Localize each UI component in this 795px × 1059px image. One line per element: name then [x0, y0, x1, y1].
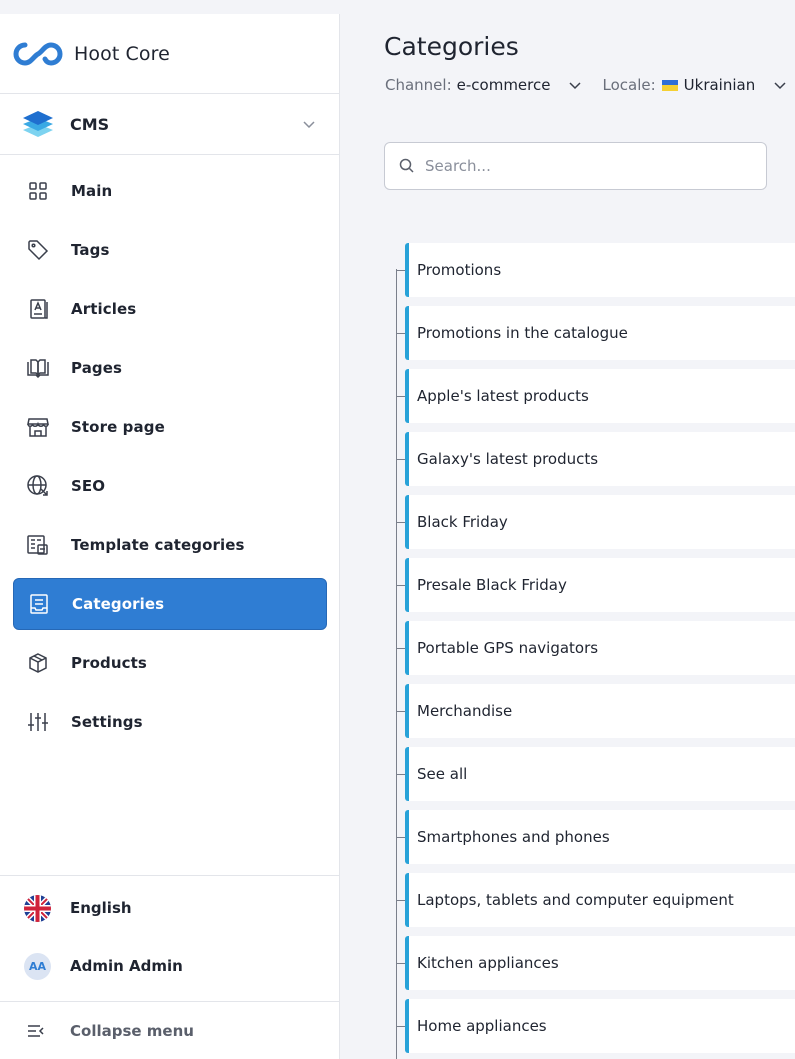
category-row[interactable]: Kitchen appliances	[396, 936, 795, 990]
channel-value: e-commerce	[456, 76, 551, 94]
category-row[interactable]: Promotions	[396, 243, 795, 297]
categories-icon	[27, 592, 51, 616]
locale-selector[interactable]: Locale: Ukrainian	[602, 76, 795, 94]
page-title: Categories	[384, 32, 519, 61]
collapse-menu-button[interactable]: Collapse menu	[0, 1001, 339, 1059]
category-label: Promotions	[417, 261, 502, 279]
search-box	[384, 142, 767, 190]
category-row[interactable]: Smartphones and phones	[396, 810, 795, 864]
module-switcher[interactable]: CMS	[0, 94, 339, 155]
logo-icon	[12, 39, 64, 69]
category-label: Smartphones and phones	[417, 828, 610, 846]
sidebar-item-label: SEO	[71, 477, 106, 495]
sidebar-item-categories[interactable]: Categories	[13, 578, 327, 630]
sidebar-item-label: Pages	[71, 359, 123, 377]
ukraine-flag-icon	[661, 79, 678, 91]
sidebar-item-label: Tags	[71, 241, 110, 259]
search-input[interactable]	[425, 157, 745, 175]
logo-row[interactable]: Hoot Core	[0, 14, 339, 94]
category-label: Apple's latest products	[417, 387, 589, 405]
channel-label: Channel:	[385, 76, 452, 94]
article-icon	[26, 297, 50, 321]
search-icon	[399, 158, 415, 174]
sidebar-nav: Main Tags Articles Pages Store page SEO …	[0, 155, 339, 748]
avatar: AA	[24, 952, 51, 980]
category-row[interactable]: See all	[396, 747, 795, 801]
grid-icon	[26, 179, 50, 203]
language-label: English	[70, 899, 132, 917]
store-icon	[26, 415, 50, 439]
collapse-icon	[26, 1023, 46, 1039]
sliders-icon	[26, 710, 50, 734]
channel-selector[interactable]: Channel: e-commerce	[385, 76, 602, 94]
locale-label: Locale:	[602, 76, 656, 94]
module-label: CMS	[70, 114, 110, 134]
category-label: See all	[417, 765, 468, 783]
category-row[interactable]: Home appliances	[396, 999, 795, 1053]
sidebar: Hoot Core CMS Main Tags Articles Pages S…	[0, 14, 340, 1059]
layers-icon	[20, 107, 56, 141]
category-label: Portable GPS navigators	[417, 639, 599, 657]
main-content: Categories Channel: e-commerce Locale: U…	[341, 0, 795, 1059]
sidebar-item-label: Products	[71, 654, 147, 672]
category-label: Laptops, tablets and computer equipment	[417, 891, 734, 909]
sidebar-item-label: Settings	[71, 713, 143, 731]
sidebar-item-template-categories[interactable]: Template categories	[13, 519, 327, 571]
sidebar-item-main[interactable]: Main	[13, 165, 327, 217]
category-row[interactable]: Promotions in the catalogue	[396, 306, 795, 360]
category-row[interactable]: Black Friday	[396, 495, 795, 549]
sidebar-item-label: Main	[71, 182, 113, 200]
sidebar-item-pages[interactable]: Pages	[13, 342, 327, 394]
category-label: Merchandise	[417, 702, 513, 720]
uk-flag-icon	[24, 894, 51, 922]
category-label: Black Friday	[417, 513, 508, 531]
sidebar-item-store-page[interactable]: Store page	[13, 401, 327, 453]
category-label: Kitchen appliances	[417, 954, 559, 972]
language-switcher[interactable]: English	[0, 879, 339, 937]
category-row[interactable]: Presale Black Friday	[396, 558, 795, 612]
sidebar-item-label: Template categories	[71, 536, 245, 554]
globe-icon	[26, 474, 50, 498]
template-icon	[26, 533, 50, 557]
collapse-label: Collapse menu	[70, 1021, 194, 1040]
sidebar-item-seo[interactable]: SEO	[13, 460, 327, 512]
sidebar-item-articles[interactable]: Articles	[13, 283, 327, 335]
sidebar-footer: English AA Admin Admin Collapse menu	[0, 875, 339, 1059]
tree-connector-line	[396, 269, 397, 1059]
category-row[interactable]: Portable GPS navigators	[396, 621, 795, 675]
tag-icon	[26, 238, 50, 262]
sidebar-item-label: Categories	[72, 595, 165, 613]
chevron-down-icon	[568, 78, 582, 92]
sidebar-item-tags[interactable]: Tags	[13, 224, 327, 276]
sidebar-item-products[interactable]: Products	[13, 637, 327, 689]
category-row[interactable]: Merchandise	[396, 684, 795, 738]
app-title: Hoot Core	[74, 42, 170, 65]
filters-bar: Channel: e-commerce Locale: Ukrainian	[385, 76, 795, 94]
category-label: Home appliances	[417, 1017, 547, 1035]
category-row[interactable]: Galaxy's latest products	[396, 432, 795, 486]
category-label: Presale Black Friday	[417, 576, 567, 594]
locale-value: Ukrainian	[683, 76, 756, 94]
category-row[interactable]: Apple's latest products	[396, 369, 795, 423]
box-icon	[26, 651, 50, 675]
user-menu[interactable]: AA Admin Admin	[0, 937, 339, 995]
sidebar-item-label: Store page	[71, 418, 165, 436]
chevron-down-icon	[301, 116, 317, 132]
sidebar-item-settings[interactable]: Settings	[13, 696, 327, 748]
user-name: Admin Admin	[70, 957, 183, 975]
chevron-down-icon	[773, 78, 787, 92]
category-row[interactable]: Laptops, tablets and computer equipment	[396, 873, 795, 927]
book-icon	[26, 356, 50, 380]
category-label: Galaxy's latest products	[417, 450, 599, 468]
category-label: Promotions in the catalogue	[417, 324, 628, 342]
sidebar-item-label: Articles	[71, 300, 137, 318]
